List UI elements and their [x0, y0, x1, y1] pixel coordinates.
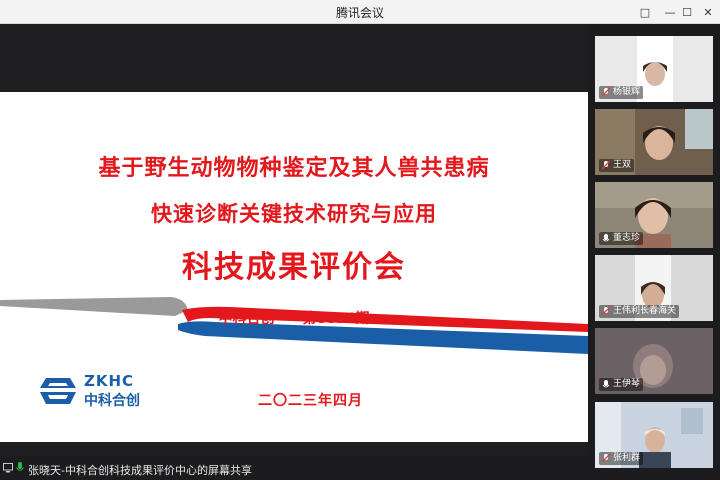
- slide-title-line-2: 快速诊断关键技术研究与应用: [151, 202, 437, 226]
- mic-icon: [16, 462, 24, 471]
- title-bar: 腾讯会议 □ — ☐ ✕: [0, 0, 720, 24]
- shared-screen-area: 基于野生动物物种鉴定及其人兽共患病 快速诊断关键技术研究与应用 科技成果评价会 …: [0, 24, 588, 456]
- mic-muted-icon: [602, 161, 610, 170]
- mic-icon: [602, 380, 610, 388]
- presentation-slide: 基于野生动物物种鉴定及其人兽共患病 快速诊断关键技术研究与应用 科技成果评价会 …: [0, 92, 588, 442]
- screen-share-label: 张晓天-中科合创科技成果评价中心的屏幕共享: [28, 464, 252, 477]
- slide-date: 二〇二三年四月: [258, 393, 363, 409]
- zkhc-logo-icon: [40, 378, 76, 404]
- participant-name: 王伊琴: [599, 378, 644, 391]
- participant-tile[interactable]: 王伟利长春海关: [595, 255, 713, 321]
- participant-name: 张利群: [599, 452, 644, 465]
- participant-tile[interactable]: 王伊琴: [595, 328, 713, 394]
- pin-icon[interactable]: □: [634, 0, 656, 24]
- close-button[interactable]: ✕: [697, 0, 719, 24]
- slide-title-line-3: 科技成果评价会: [182, 250, 406, 285]
- slide-org: 中科合创: [218, 311, 275, 327]
- mic-muted-icon: [602, 307, 610, 316]
- window-title: 腾讯会议: [335, 6, 384, 20]
- participant-tile[interactable]: 杨银辉: [595, 36, 713, 102]
- participant-sidebar[interactable]: 杨银辉 王双 董志珍 王伟利长春海关 王伊琴 张利群: [588, 24, 720, 480]
- maximize-button[interactable]: ☐: [676, 0, 698, 24]
- participant-name: 王双: [599, 159, 635, 172]
- logo-text-cn: 中科合创: [84, 393, 140, 409]
- slide-org-line: 中科合创 第8894期: [0, 308, 588, 328]
- mic-icon: [602, 234, 610, 242]
- slide-title-line-1: 基于野生动物物种鉴定及其人兽共患病: [98, 156, 490, 181]
- screen-share-icon: [3, 463, 13, 473]
- participant-tile[interactable]: 王双: [595, 109, 713, 175]
- participant-name: 王伟利长春海关: [599, 305, 680, 318]
- mic-muted-icon: [602, 454, 610, 463]
- participant-tile[interactable]: 董志珍: [595, 182, 713, 248]
- participant-name: 杨银辉: [599, 86, 644, 99]
- participant-tile[interactable]: 张利群: [595, 402, 713, 468]
- mic-muted-icon: [602, 88, 610, 97]
- slide-issue: 第8894期: [302, 311, 370, 327]
- zkhc-logo: ZKHC 中科合创: [38, 372, 178, 412]
- logo-text-en: ZKHC: [84, 372, 135, 390]
- participant-name: 董志珍: [599, 232, 644, 245]
- status-bar: 张晓天-中科合创科技成果评价中心的屏幕共享: [0, 456, 588, 480]
